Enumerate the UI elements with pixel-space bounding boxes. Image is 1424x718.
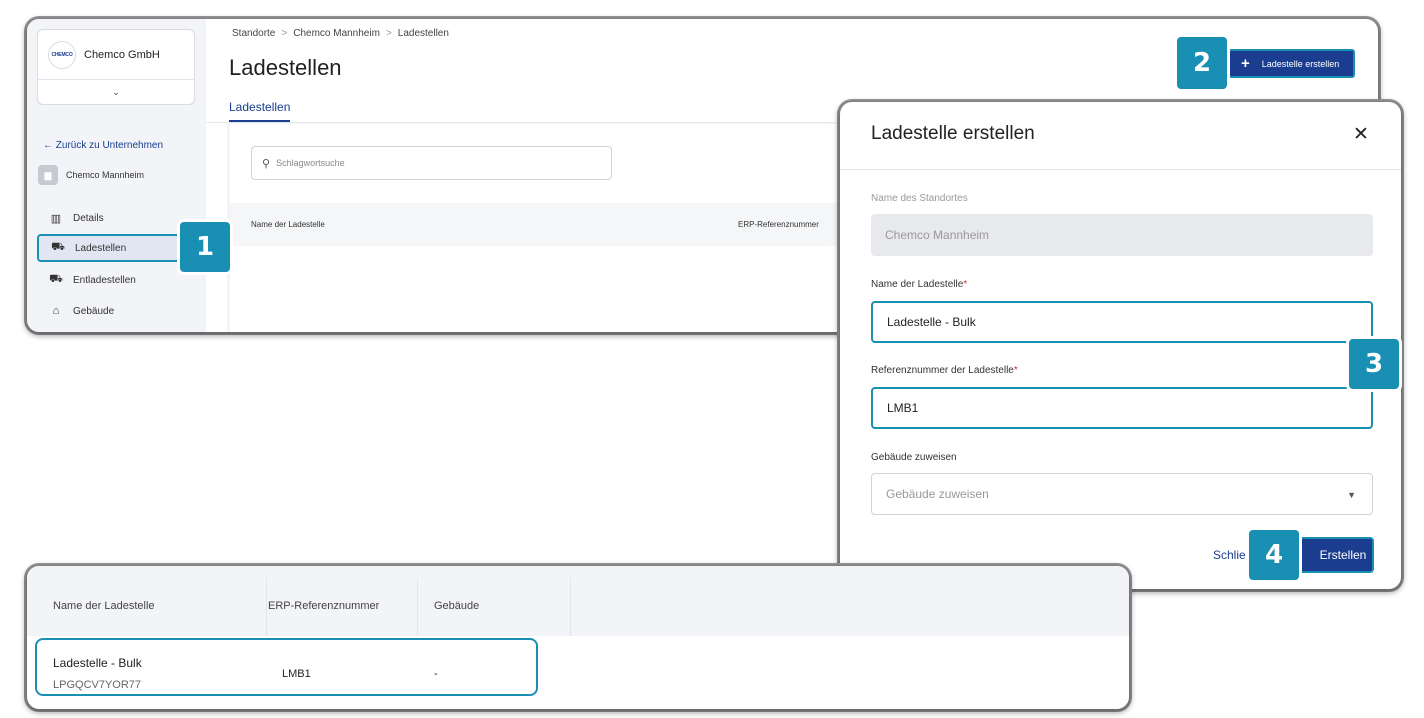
- breadcrumb-item[interactable]: Standorte: [232, 28, 275, 39]
- close-icon[interactable]: ✕: [1353, 123, 1369, 146]
- truck-icon: ⛟: [51, 241, 65, 253]
- step-badge-4: 4: [1249, 530, 1299, 580]
- search-placeholder: Schlagwortsuche: [276, 158, 345, 168]
- result-table-panel: Name der Ladestelle ERP-Referenznummer G…: [27, 566, 1129, 709]
- building-select[interactable]: Gebäude zuweisen ▼: [871, 473, 1373, 515]
- org-header: CHEMCO Chemco GmbH: [38, 30, 194, 80]
- create-button-label: Ladestelle erstellen: [1261, 58, 1340, 69]
- back-to-company-link[interactable]: ← Zurück zu Unternehmen: [43, 140, 163, 151]
- tab-ladestellen[interactable]: Ladestellen: [229, 100, 290, 114]
- sidebar-item-ladestellen[interactable]: ⛟ Ladestellen: [37, 234, 197, 262]
- site-name-field: Chemco Mannheim: [871, 214, 1373, 256]
- create-ladestelle-button[interactable]: + Ladestelle erstellen: [1228, 49, 1355, 78]
- required-mark: *: [1013, 365, 1018, 376]
- sidebar-item-label: Entladestellen: [73, 274, 136, 286]
- select-placeholder: Gebäude zuweisen: [886, 487, 989, 501]
- truck-icon: ⛟: [49, 273, 63, 285]
- row-id: LPGQCV7YOR77: [53, 679, 142, 691]
- breadcrumb-item: Ladestellen: [397, 28, 449, 39]
- required-mark: *: [963, 279, 968, 290]
- step-badge-2: 2: [1177, 37, 1227, 89]
- warehouse-icon: ⌂: [52, 305, 60, 317]
- sidebar-item-label: Gebäude: [73, 305, 115, 317]
- column-header[interactable]: Name der Ladestelle: [251, 220, 325, 229]
- sidebar-item-label: Details: [73, 212, 104, 224]
- row-erp: LMB1: [282, 668, 311, 680]
- submit-button[interactable]: Erstellen: [1298, 537, 1374, 573]
- plus-icon: +: [1241, 55, 1250, 72]
- reference-number-label: Referenznummer der Ladestelle*: [871, 365, 1018, 376]
- column-divider: [266, 578, 267, 636]
- breadcrumb-item[interactable]: Chemco Mannheim: [293, 28, 380, 39]
- location-name: Chemco Mannheim: [66, 170, 145, 180]
- ladestelle-name-field[interactable]: Ladestelle - Bulk: [871, 301, 1373, 343]
- label-text: Name der Ladestelle: [871, 279, 964, 290]
- search-icon: ⚲: [262, 157, 271, 170]
- org-name: Chemco GmbH: [84, 48, 160, 61]
- column-divider: [417, 578, 418, 636]
- sidebar-item-label: Ladestellen: [75, 242, 127, 254]
- sidebar: CHEMCO Chemco GmbH ⌄ ← Zurück zu Unterne…: [27, 19, 206, 332]
- chevron-down-icon[interactable]: ⌄: [38, 80, 194, 105]
- step-badge-1: 1: [180, 222, 230, 272]
- reference-number-field[interactable]: LMB1: [871, 387, 1373, 429]
- search-input[interactable]: ⚲ Schlagwortsuche: [251, 146, 612, 180]
- step-badge-3: 3: [1349, 339, 1399, 389]
- location-building-icon: ▆: [38, 165, 58, 185]
- breadcrumb: Standorte > Chemco Mannheim > Ladestellen: [232, 28, 449, 39]
- close-dialog-button[interactable]: Schlie: [1213, 548, 1246, 562]
- page-title: Ladestellen: [229, 55, 342, 80]
- site-name-label: Name des Standortes: [871, 193, 968, 204]
- label-text: Referenznummer der Ladestelle: [871, 365, 1014, 376]
- table-header: Name der Ladestelle ERP-Referenznummer G…: [27, 566, 1129, 636]
- row-building: -: [434, 668, 438, 680]
- location-item: ▆ Chemco Mannheim: [38, 165, 144, 185]
- divider: [840, 169, 1401, 170]
- column-header[interactable]: Gebäude: [434, 600, 479, 612]
- building-icon: ▥: [50, 212, 62, 225]
- column-header[interactable]: ERP-Referenznummer: [268, 600, 379, 612]
- row-name: Ladestelle - Bulk: [53, 656, 142, 670]
- building-assign-label: Gebäude zuweisen: [871, 452, 957, 463]
- column-header[interactable]: ERP-Referenznummer: [738, 220, 819, 229]
- column-header[interactable]: Name der Ladestelle: [53, 600, 155, 612]
- sidebar-item-gebaeude[interactable]: ⌂ Gebäude: [37, 297, 226, 325]
- org-logo: CHEMCO: [48, 40, 76, 69]
- dialog-title: Ladestelle erstellen: [871, 123, 1035, 144]
- create-ladestelle-dialog: Ladestelle erstellen ✕ Name des Standort…: [840, 102, 1401, 589]
- column-divider: [570, 578, 571, 636]
- ladestelle-name-label: Name der Ladestelle*: [871, 279, 967, 290]
- caret-down-icon: ▼: [1347, 490, 1356, 500]
- chevron-right-icon: >: [281, 28, 288, 39]
- org-switcher[interactable]: CHEMCO Chemco GmbH ⌄: [37, 29, 195, 105]
- chevron-right-icon: >: [385, 28, 392, 39]
